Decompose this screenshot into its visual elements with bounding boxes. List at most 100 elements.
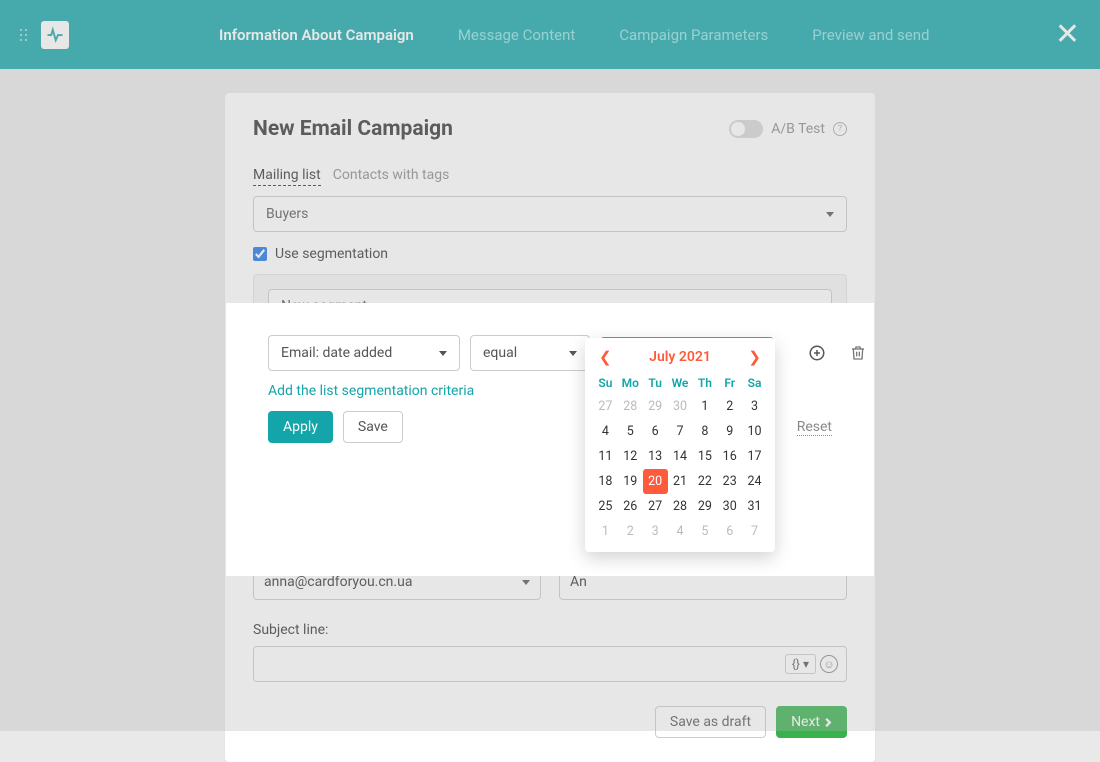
add-criteria-link[interactable]: Add the list segmentation criteria — [268, 383, 474, 399]
subject-label: Subject line: — [253, 622, 847, 638]
calendar-day[interactable]: 18 — [593, 469, 618, 494]
calendar-day[interactable]: 6 — [643, 419, 668, 444]
tab-contacts-tags[interactable]: Contacts with tags — [333, 167, 450, 186]
calendar-day[interactable]: 3 — [742, 394, 767, 419]
calendar-dow: Fr — [717, 372, 742, 394]
calendar-day[interactable]: 19 — [618, 469, 643, 494]
calendar-day[interactable]: 23 — [717, 469, 742, 494]
calendar-dow: Mo — [618, 372, 643, 394]
calendar-day[interactable]: 5 — [618, 419, 643, 444]
segment-select[interactable]: New segment — [268, 289, 832, 323]
calendar-day[interactable]: 8 — [692, 419, 717, 444]
calendar-dow: Sa — [742, 372, 767, 394]
add-rule-icon[interactable] — [808, 343, 826, 363]
page-title: New Email Campaign — [253, 117, 453, 141]
calendar-day[interactable]: 27 — [643, 494, 668, 519]
calendar-day[interactable]: 4 — [593, 419, 618, 444]
help-icon[interactable]: ? — [833, 122, 847, 136]
calendar-day[interactable]: 14 — [668, 444, 693, 469]
segment-select-value: New segment — [281, 298, 367, 314]
prev-month-icon[interactable]: ❮ — [593, 348, 618, 366]
calendar-day[interactable]: 21 — [668, 469, 693, 494]
calendar-day[interactable]: 11 — [593, 444, 618, 469]
sender-email-select[interactable]: anna@cardforyou.cn.ua — [253, 564, 541, 600]
use-segmentation-label: Use segmentation — [275, 246, 388, 262]
calendar-grid: SuMoTuWeThFrSa27282930123456789101112131… — [593, 372, 767, 544]
segment-field-select[interactable]: Email: date added — [268, 335, 460, 371]
calendar-day[interactable]: 1 — [692, 394, 717, 419]
segment-operator-select[interactable]: equal — [470, 335, 590, 371]
next-month-icon[interactable]: ❯ — [742, 348, 767, 366]
calendar-day-out[interactable]: 7 — [742, 519, 767, 544]
calendar-day-out[interactable]: 2 — [618, 519, 643, 544]
insert-variable-button[interactable]: {} ▾ — [785, 654, 816, 674]
calendar-dow: We — [668, 372, 693, 394]
calendar-day-out[interactable]: 4 — [668, 519, 693, 544]
calendar-day[interactable]: 2 — [717, 394, 742, 419]
calendar-day-out[interactable]: 1 — [593, 519, 618, 544]
calendar-day-out[interactable]: 27 — [593, 394, 618, 419]
calendar-month-label[interactable]: July 2021 — [649, 349, 711, 365]
calendar-day-out[interactable]: 5 — [692, 519, 717, 544]
calendar-day[interactable]: 29 — [692, 494, 717, 519]
calendar-day[interactable]: 13 — [643, 444, 668, 469]
step-content[interactable]: Message Content — [458, 26, 575, 44]
recipient-tabs: Mailing list Contacts with tags — [253, 167, 847, 186]
next-button[interactable]: Next — [776, 706, 847, 738]
calendar-day[interactable]: 17 — [742, 444, 767, 469]
reset-link[interactable]: Reset — [797, 419, 832, 436]
calendar-day[interactable]: 24 — [742, 469, 767, 494]
calendar-dow: Th — [692, 372, 717, 394]
save-button[interactable]: Save — [343, 411, 403, 443]
close-icon[interactable]: ✕ — [1055, 17, 1080, 52]
calendar-day-out[interactable]: 30 — [668, 394, 693, 419]
calendar-day[interactable]: 12 — [618, 444, 643, 469]
calendar-day[interactable]: 20 — [643, 469, 668, 494]
calendar-day[interactable]: 15 — [692, 444, 717, 469]
sender-name-input[interactable] — [559, 564, 847, 600]
toggle-icon[interactable] — [729, 120, 763, 138]
use-segmentation-checkbox[interactable] — [253, 247, 267, 261]
logo-icon[interactable] — [41, 21, 69, 49]
calendar-day[interactable]: 31 — [742, 494, 767, 519]
subject-row: Subject line: {} ▾ ☺ — [253, 622, 847, 682]
chevron-down-icon — [569, 351, 577, 356]
step-params[interactable]: Campaign Parameters — [619, 26, 768, 44]
calendar-dow: Su — [593, 372, 618, 394]
ab-test-toggle[interactable]: A/B Test ? — [729, 120, 847, 138]
step-info[interactable]: Information About Campaign — [219, 26, 414, 44]
calendar-day-out[interactable]: 29 — [643, 394, 668, 419]
calendar-day[interactable]: 7 — [668, 419, 693, 444]
calendar-day[interactable]: 9 — [717, 419, 742, 444]
apply-button[interactable]: Apply — [268, 411, 333, 443]
emoji-icon[interactable]: ☺ — [820, 655, 838, 673]
calendar-day[interactable]: 22 — [692, 469, 717, 494]
chevron-down-icon — [826, 212, 834, 217]
info-prefix: You are going to send — [273, 492, 411, 508]
calendar-day[interactable]: 10 — [742, 419, 767, 444]
sender-email-label: Sender email address: — [253, 540, 541, 556]
calendar-day-out[interactable]: 6 — [717, 519, 742, 544]
calendar-day[interactable]: 28 — [668, 494, 693, 519]
calendar-day[interactable]: 16 — [717, 444, 742, 469]
calendar-day-out[interactable]: 28 — [618, 394, 643, 419]
topbar: Information About Campaign Message Conte… — [0, 0, 1100, 69]
calendar-day[interactable]: 30 — [717, 494, 742, 519]
drag-handle-icon[interactable] — [20, 29, 27, 41]
mailing-list-select[interactable]: Buyers — [253, 196, 847, 232]
footer-actions: Save as draft Next — [253, 706, 847, 738]
calendar-day-out[interactable]: 3 — [643, 519, 668, 544]
subject-input[interactable] — [254, 647, 777, 681]
mailing-list-value: Buyers — [266, 206, 308, 222]
use-segmentation-row[interactable]: Use segmentation — [253, 246, 847, 262]
calendar-day[interactable]: 25 — [593, 494, 618, 519]
delete-rule-icon[interactable] — [850, 343, 866, 363]
segment-operator-value: equal — [483, 345, 517, 361]
tab-mailing-list[interactable]: Mailing list — [253, 167, 321, 186]
chevron-down-icon — [811, 304, 819, 309]
segment-field-value: Email: date added — [281, 345, 392, 361]
step-preview[interactable]: Preview and send — [812, 26, 929, 44]
calendar-day[interactable]: 26 — [618, 494, 643, 519]
save-draft-button[interactable]: Save as draft — [655, 706, 766, 738]
subject-tools: {} ▾ ☺ — [777, 647, 846, 681]
